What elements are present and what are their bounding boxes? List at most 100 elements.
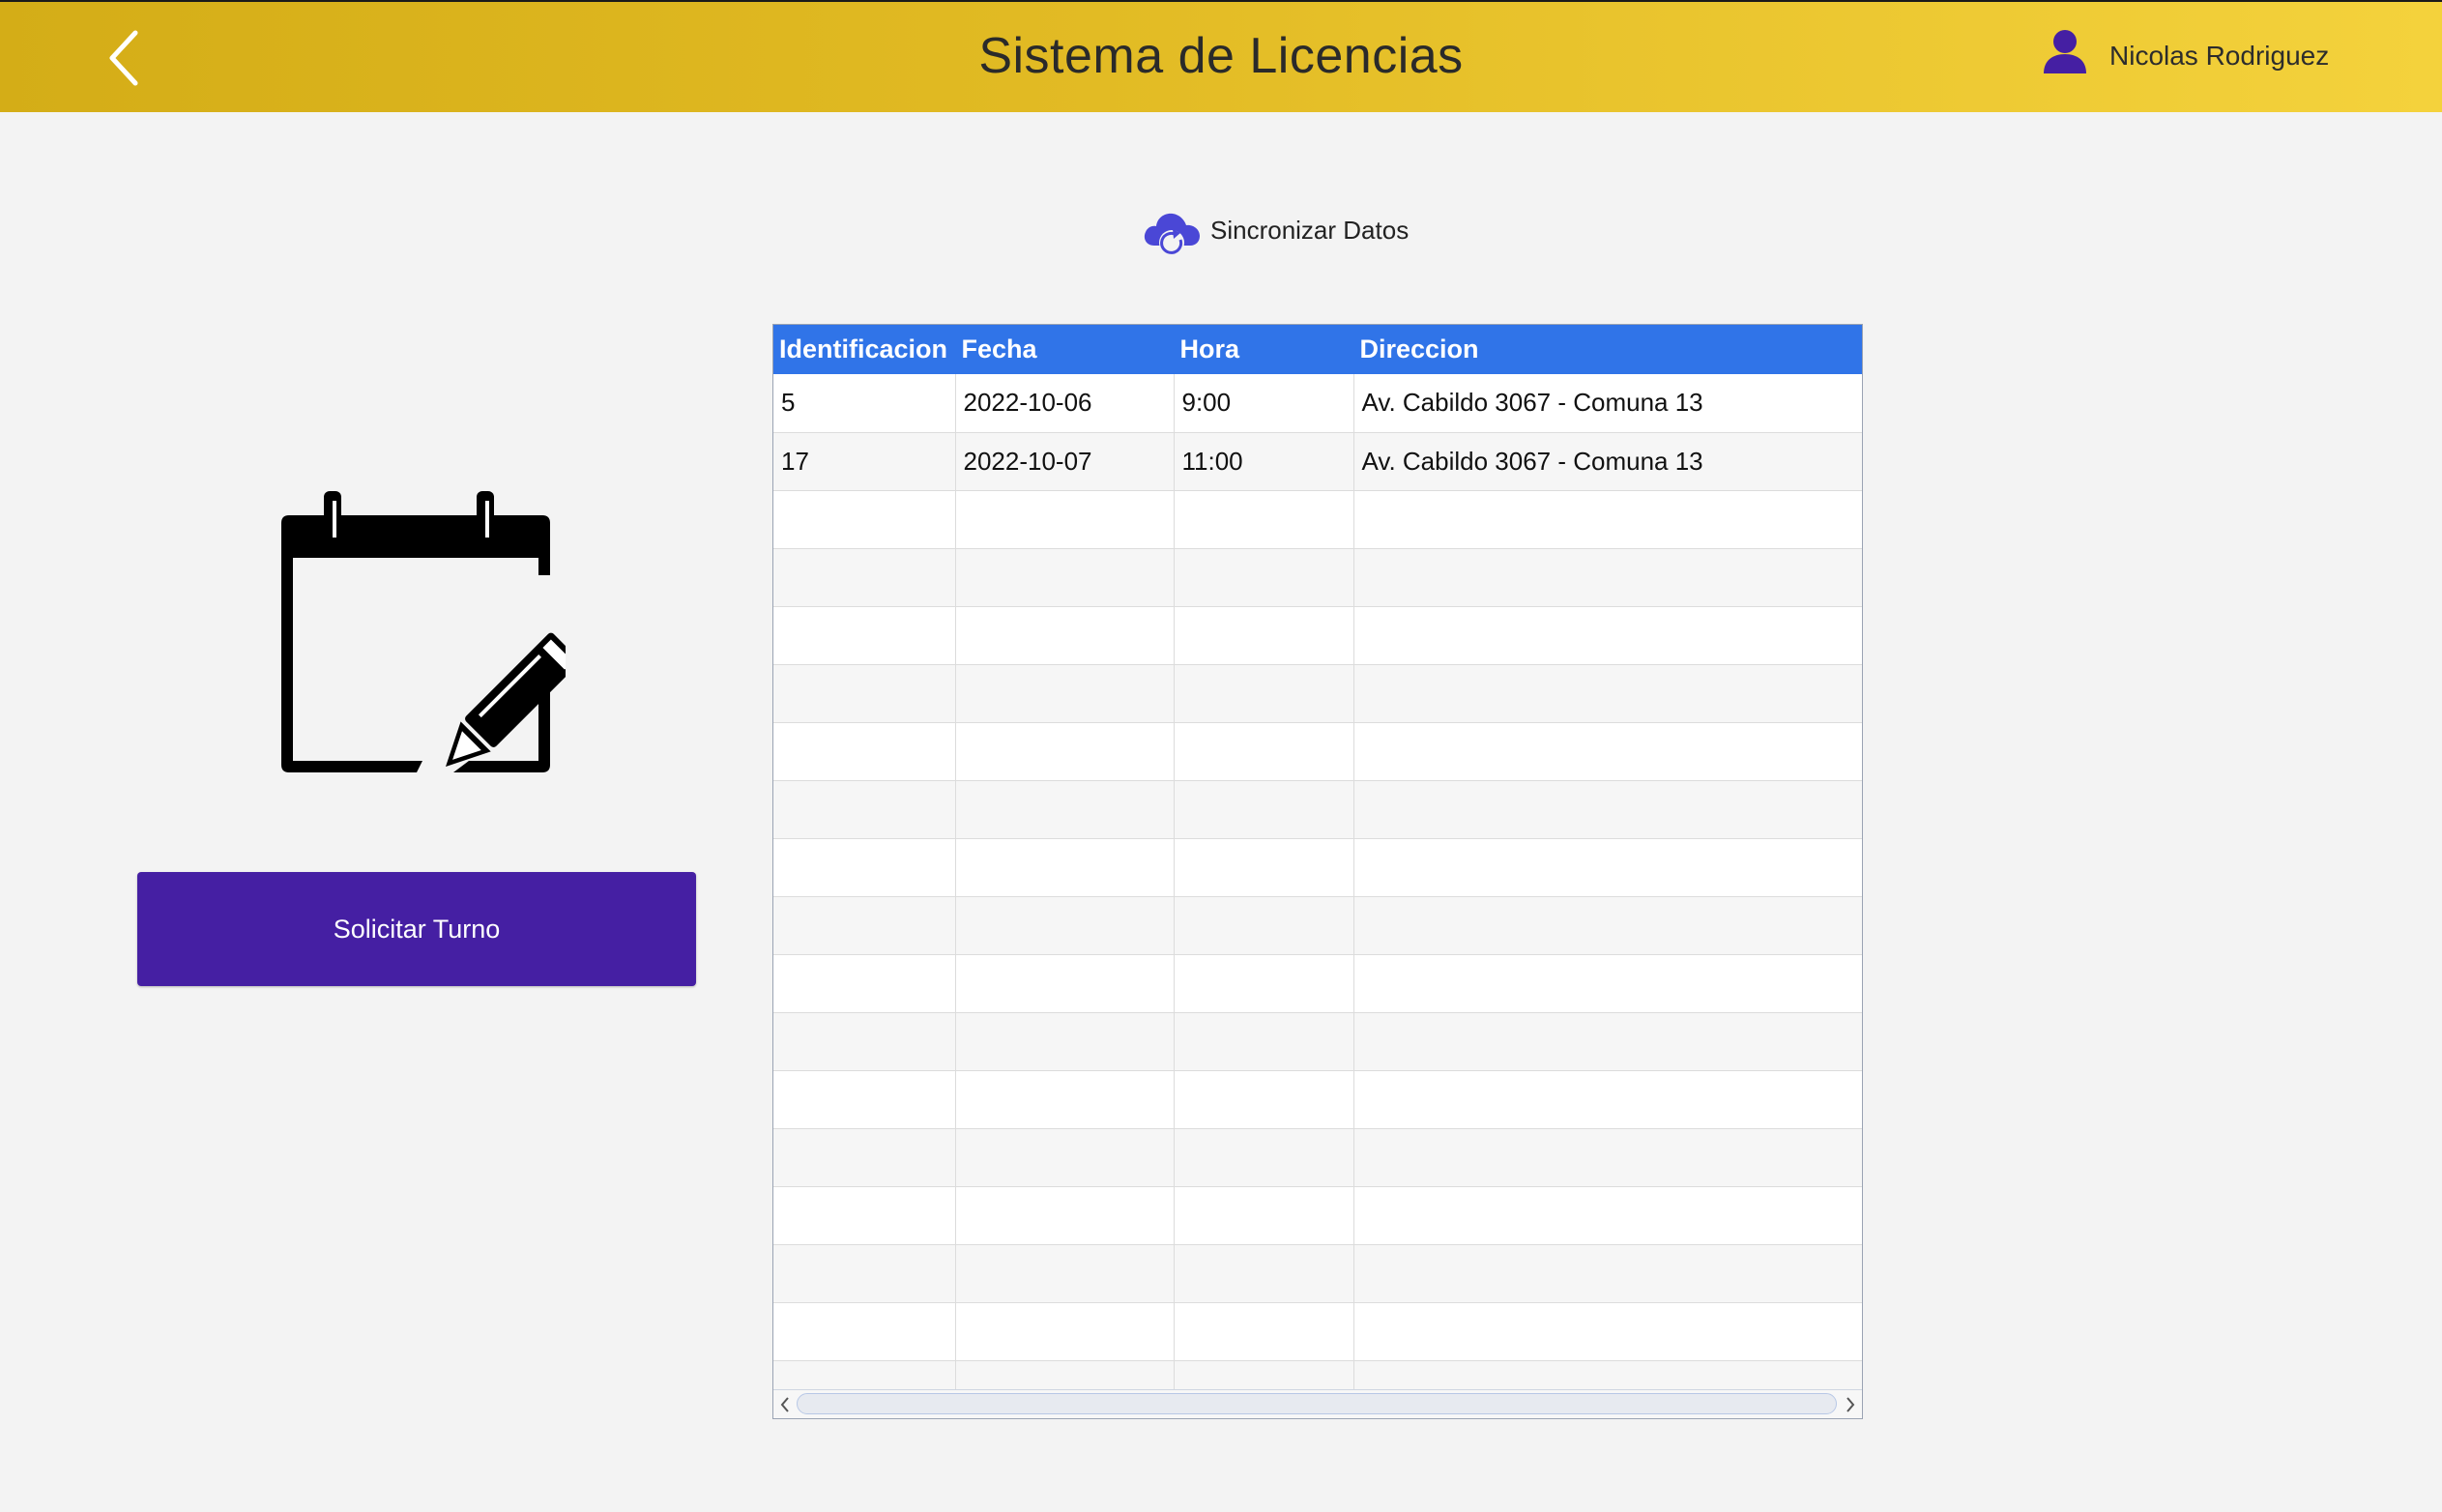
cell-hora[interactable] [1174, 606, 1354, 665]
cell-direccion[interactable] [1353, 1012, 1862, 1071]
cell-direccion[interactable] [1353, 1302, 1862, 1361]
cell-identificacion[interactable] [773, 664, 956, 723]
cell-direccion[interactable] [1353, 1128, 1862, 1187]
cell-fecha[interactable] [955, 896, 1175, 955]
table-row-empty[interactable] [773, 896, 1862, 955]
cell-hora[interactable]: 11:00 [1174, 432, 1354, 491]
cell-fecha[interactable]: 2022-10-06 [955, 374, 1175, 433]
cell-identificacion[interactable] [773, 1186, 956, 1245]
cell-direccion[interactable] [1353, 664, 1862, 723]
cell-direccion[interactable] [1353, 780, 1862, 839]
table-row-empty[interactable] [773, 954, 1862, 1013]
cell-identificacion[interactable] [773, 606, 956, 665]
cell-direccion[interactable] [1353, 548, 1862, 607]
cell-direccion[interactable]: Av. Cabildo 3067 - Comuna 13 [1353, 374, 1862, 433]
table-row-empty[interactable] [773, 722, 1862, 781]
solicitar-turno-button[interactable]: Solicitar Turno [137, 872, 696, 986]
cell-direccion[interactable]: Av. Cabildo 3067 - Comuna 13 [1353, 432, 1862, 491]
cell-identificacion[interactable] [773, 896, 956, 955]
cell-hora[interactable] [1174, 1128, 1354, 1187]
table-row-empty[interactable] [773, 1128, 1862, 1187]
cell-identificacion[interactable] [773, 1012, 956, 1071]
cell-hora[interactable] [1174, 722, 1354, 781]
cell-direccion[interactable] [1353, 722, 1862, 781]
cell-hora[interactable]: 9:00 [1174, 374, 1354, 433]
table-row[interactable]: 5 2022-10-06 9:00 Av. Cabildo 3067 - Com… [773, 374, 1862, 433]
cell-fecha[interactable] [955, 606, 1175, 665]
cell-fecha[interactable] [955, 1070, 1175, 1129]
table-row-empty[interactable] [773, 548, 1862, 607]
scrollbar-thumb[interactable] [797, 1393, 1837, 1414]
cell-direccion[interactable] [1353, 838, 1862, 897]
column-header-identificacion[interactable]: Identificacion [773, 325, 956, 374]
cell-fecha[interactable] [955, 1244, 1175, 1303]
cell-hora[interactable] [1174, 664, 1354, 723]
table-row-empty[interactable] [773, 780, 1862, 839]
cell-hora[interactable] [1174, 1302, 1354, 1361]
cell-hora[interactable] [1174, 896, 1354, 955]
cell-identificacion[interactable] [773, 954, 956, 1013]
cell-identificacion[interactable] [773, 490, 956, 549]
sync-data-button[interactable]: Sincronizar Datos [1141, 201, 1409, 259]
cell-fecha[interactable] [955, 1302, 1175, 1361]
cell-fecha[interactable] [955, 1128, 1175, 1187]
cell-direccion[interactable] [1353, 1070, 1862, 1129]
cell-hora[interactable] [1174, 838, 1354, 897]
cell-identificacion[interactable]: 17 [773, 432, 956, 491]
cell-fecha[interactable] [955, 548, 1175, 607]
cell-fecha[interactable] [955, 664, 1175, 723]
cell-direccion[interactable] [1353, 954, 1862, 1013]
cell-fecha[interactable] [955, 722, 1175, 781]
column-header-hora[interactable]: Hora [1174, 325, 1354, 374]
table-row-empty[interactable] [773, 838, 1862, 897]
cell-fecha[interactable] [955, 490, 1175, 549]
cell-fecha[interactable] [955, 1186, 1175, 1245]
table-row-empty[interactable] [773, 606, 1862, 665]
scroll-right-icon[interactable] [1843, 1396, 1858, 1413]
user-icon [2044, 30, 2086, 73]
cell-hora[interactable] [1174, 780, 1354, 839]
cell-direccion[interactable] [1353, 1244, 1862, 1303]
cell-identificacion[interactable]: 5 [773, 374, 956, 433]
cell-identificacion[interactable] [773, 1244, 956, 1303]
table-row-empty[interactable] [773, 1186, 1862, 1245]
cell-hora[interactable] [1174, 490, 1354, 549]
table-row-empty[interactable] [773, 1244, 1862, 1303]
cell-hora[interactable] [1174, 548, 1354, 607]
cell-identificacion[interactable] [773, 1128, 956, 1187]
table-row-empty[interactable] [773, 1070, 1862, 1129]
calendar-edit-icon [281, 491, 566, 772]
scroll-left-icon[interactable] [777, 1396, 793, 1413]
table-row-empty[interactable] [773, 1012, 1862, 1071]
cell-hora[interactable] [1174, 1186, 1354, 1245]
cell-fecha[interactable] [955, 1012, 1175, 1071]
cell-identificacion[interactable] [773, 838, 956, 897]
cell-fecha[interactable] [955, 954, 1175, 1013]
cell-hora[interactable] [1174, 1070, 1354, 1129]
cell-fecha[interactable]: 2022-10-07 [955, 432, 1175, 491]
cell-direccion[interactable] [1353, 896, 1862, 955]
cell-identificacion[interactable] [773, 1070, 956, 1129]
cell-identificacion[interactable] [773, 1302, 956, 1361]
table-row-empty[interactable] [773, 1302, 1862, 1361]
table-row[interactable]: 17 2022-10-07 11:00 Av. Cabildo 3067 - C… [773, 432, 1862, 491]
table-header-row: Identificacion Fecha Hora Direccion [773, 325, 1862, 374]
cell-identificacion[interactable] [773, 780, 956, 839]
cell-hora[interactable] [1174, 954, 1354, 1013]
cell-hora[interactable] [1174, 1244, 1354, 1303]
column-header-fecha[interactable]: Fecha [955, 325, 1175, 374]
column-header-direccion[interactable]: Direccion [1353, 325, 1862, 374]
cell-direccion[interactable] [1353, 1186, 1862, 1245]
cell-direccion[interactable] [1353, 606, 1862, 665]
horizontal-scrollbar[interactable] [773, 1389, 1862, 1418]
cell-identificacion[interactable] [773, 548, 956, 607]
table-row-empty[interactable] [773, 664, 1862, 723]
table-row-empty[interactable] [773, 490, 1862, 549]
cell-identificacion[interactable] [773, 722, 956, 781]
cell-fecha[interactable] [955, 780, 1175, 839]
cloud-sync-icon [1144, 213, 1200, 255]
cell-direccion[interactable] [1353, 490, 1862, 549]
user-name[interactable]: Nicolas Rodriguez [2109, 41, 2329, 72]
cell-fecha[interactable] [955, 838, 1175, 897]
cell-hora[interactable] [1174, 1012, 1354, 1071]
